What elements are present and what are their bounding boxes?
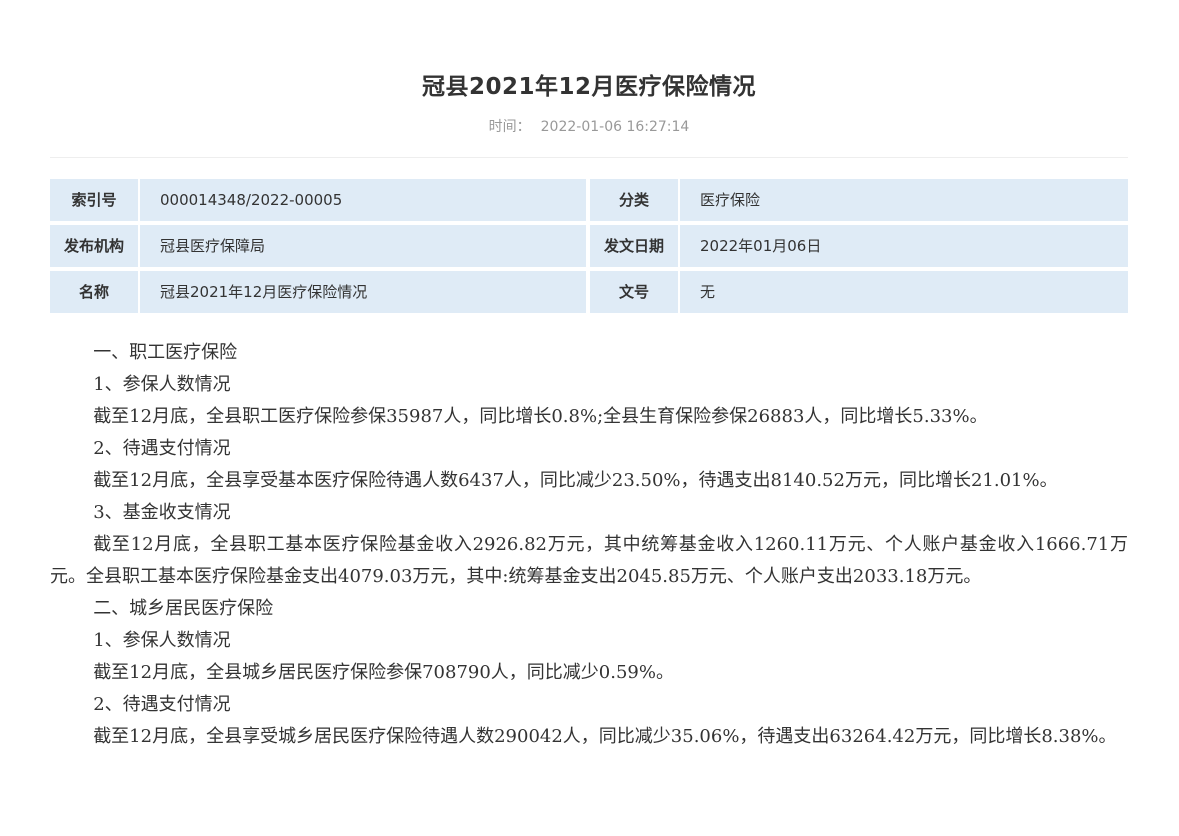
time-value: 2022-01-06 16:27:14 (540, 119, 690, 135)
body-paragraph: 截至12月底，全县职工医疗保险参保35987人，同比增长0.8%;全县生育保险参… (93, 406, 988, 427)
issue-date-label: 发文日期 (590, 225, 678, 267)
body-paragraph: 截至12月底，全县享受基本医疗保险待遇人数6437人，同比减少23.50%，待遇… (93, 470, 1058, 491)
name-value: 冠县2021年12月医疗保险情况 (140, 271, 586, 313)
name-label: 名称 (50, 271, 138, 313)
subsection-heading: 1、参保人数情况 (93, 374, 231, 395)
document-info-table: 索引号 000014348/2022-00005 分类 医疗保险 发布机构 冠县… (50, 179, 1128, 317)
article-body: 一、职工医疗保险 1、参保人数情况 截至12月底，全县职工医疗保险参保35987… (50, 337, 1128, 753)
subsection-heading: 3、基金收支情况 (93, 502, 231, 523)
body-paragraph: 截至12月底，全县享受城乡居民医疗保险待遇人数290042人，同比减少35.06… (93, 726, 1117, 747)
index-number-label: 索引号 (50, 179, 138, 221)
title-divider (50, 157, 1128, 158)
issue-date-value: 2022年01月06日 (680, 225, 1128, 267)
info-row: 发布机构 冠县医疗保障局 发文日期 2022年01月06日 (50, 225, 1128, 267)
subsection-heading: 1、参保人数情况 (93, 630, 231, 651)
subsection-heading: 2、待遇支付情况 (93, 438, 231, 459)
document-number-value: 无 (680, 271, 1128, 313)
publisher-value: 冠县医疗保障局 (140, 225, 586, 267)
subsection-heading: 2、待遇支付情况 (93, 694, 231, 715)
category-value: 医疗保险 (680, 179, 1128, 221)
publisher-label: 发布机构 (50, 225, 138, 267)
body-paragraph: 截至12月底，全县城乡居民医疗保险参保708790人，同比减少0.59%。 (93, 662, 674, 683)
section-heading: 一、职工医疗保险 (93, 342, 238, 363)
publish-time: 时间： 2022-01-06 16:27:14 (50, 117, 1128, 137)
info-row: 索引号 000014348/2022-00005 分类 医疗保险 (50, 179, 1128, 221)
body-paragraph: 截至12月底，全县职工基本医疗保险基金收入2926.82万元，其中统筹基金收入1… (50, 534, 1128, 587)
time-label: 时间： (488, 119, 531, 135)
info-row: 名称 冠县2021年12月医疗保险情况 文号 无 (50, 271, 1128, 313)
article-title: 冠县2021年12月医疗保险情况 (421, 74, 757, 100)
category-label: 分类 (590, 179, 678, 221)
index-number-value: 000014348/2022-00005 (140, 179, 586, 221)
section-heading: 二、城乡居民医疗保险 (93, 598, 274, 619)
document-number-label: 文号 (590, 271, 678, 313)
